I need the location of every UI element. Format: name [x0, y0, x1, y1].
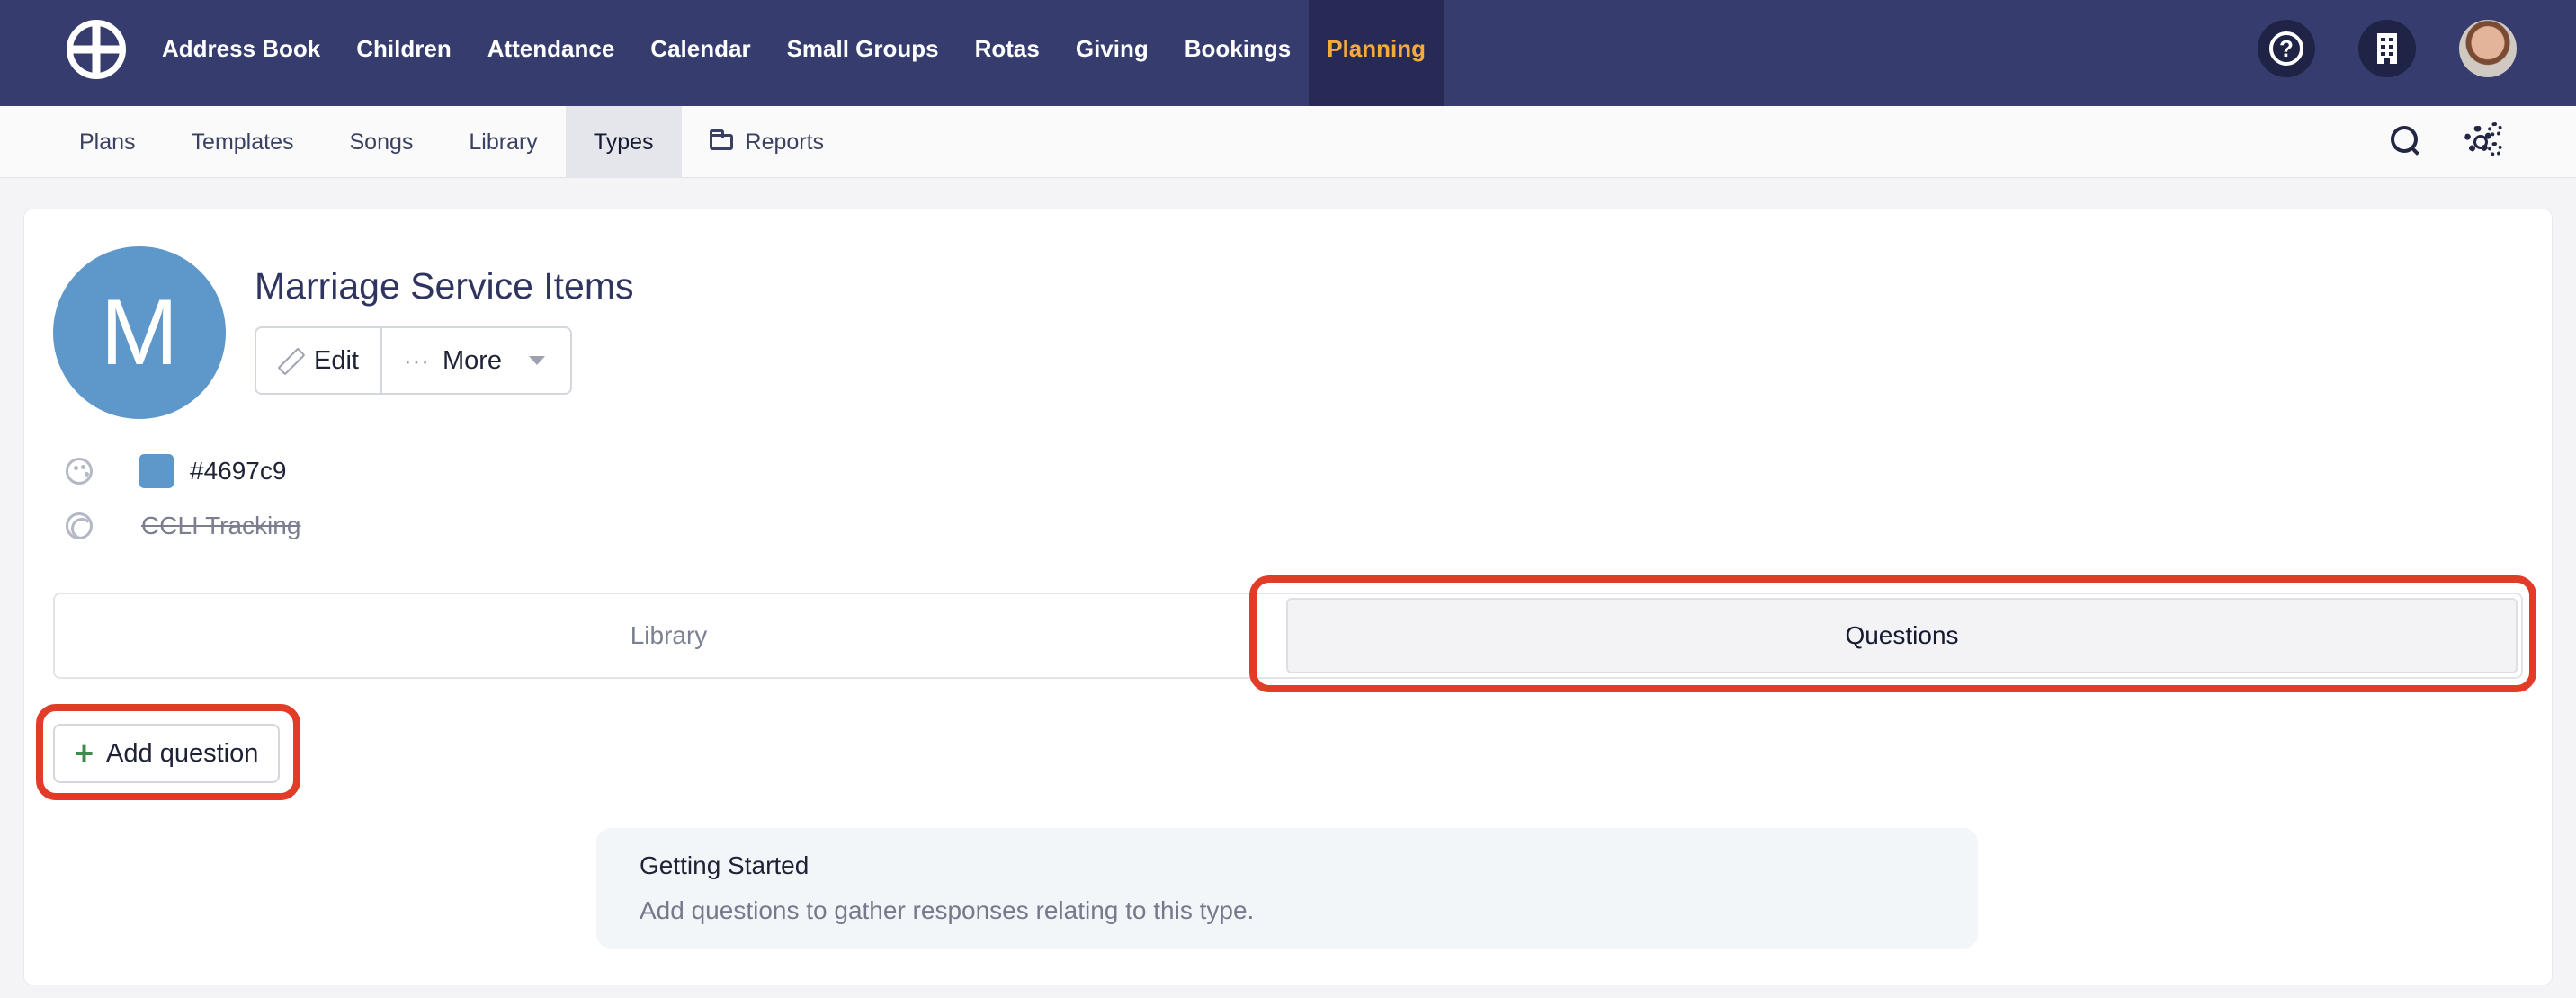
- page-title: Marriage Service Items: [255, 265, 634, 307]
- getting-started-box: Getting Started Add questions to gather …: [596, 828, 1978, 949]
- subnav-item-library[interactable]: Library: [441, 106, 565, 178]
- edit-button[interactable]: Edit: [256, 328, 382, 393]
- color-value: #4697c9: [190, 457, 287, 485]
- planning-subnav: Plans Templates Songs Library Types Repo…: [51, 106, 852, 178]
- tab-label: Library: [630, 621, 708, 649]
- sub-navbar: Plans Templates Songs Library Types Repo…: [0, 106, 2576, 178]
- user-avatar[interactable]: [2459, 20, 2517, 77]
- nav-item-planning[interactable]: Planning: [1309, 0, 1444, 106]
- ccli-icon: [66, 512, 93, 539]
- edit-button-label: Edit: [314, 345, 359, 375]
- tab-label: Questions: [1845, 621, 1959, 649]
- nav-item-small-groups[interactable]: Small Groups: [769, 0, 957, 106]
- chevron-down-icon: [529, 356, 546, 365]
- nav-item-calendar[interactable]: Calendar: [632, 0, 768, 106]
- search-icon[interactable]: [2389, 124, 2419, 155]
- help-icon: ?: [2269, 31, 2303, 66]
- ccli-tracking-label: CCLI Tracking: [141, 512, 301, 539]
- type-avatar: M: [53, 246, 226, 419]
- subnav-item-label: Templates: [191, 129, 294, 155]
- nav-item-address-book[interactable]: Address Book: [144, 0, 338, 106]
- subnav-item-types[interactable]: Types: [565, 106, 682, 178]
- app-logo-icon[interactable]: [67, 20, 126, 79]
- top-right-actions: ?: [2258, 20, 2517, 77]
- nav-item-children[interactable]: Children: [338, 0, 469, 106]
- subnav-item-templates[interactable]: Templates: [164, 106, 322, 178]
- nav-item-rotas[interactable]: Rotas: [957, 0, 1058, 106]
- nav-item-attendance[interactable]: Attendance: [470, 0, 633, 106]
- palette-icon: [66, 458, 93, 485]
- subnav-item-plans[interactable]: Plans: [51, 106, 164, 178]
- ellipsis-icon: ···: [403, 346, 430, 374]
- ccli-row: CCLI Tracking: [66, 512, 300, 540]
- subnav-item-reports[interactable]: Reports: [682, 106, 853, 178]
- color-row: #4697c9: [66, 454, 286, 488]
- folder-icon: [709, 129, 733, 150]
- nav-item-bookings[interactable]: Bookings: [1167, 0, 1309, 106]
- pencil-icon: [278, 349, 301, 372]
- subnav-item-songs[interactable]: Songs: [322, 106, 442, 178]
- type-detail-card: M Marriage Service Items Edit ··· More #…: [23, 209, 2553, 985]
- sub-right-actions: [2389, 122, 2502, 156]
- color-swatch: [139, 454, 174, 488]
- subnav-item-label: Plans: [79, 129, 136, 155]
- subnav-item-label: Songs: [349, 129, 414, 155]
- top-navbar: Address Book Children Attendance Calenda…: [0, 0, 2576, 106]
- tab-questions[interactable]: Questions: [1286, 598, 2518, 673]
- header-button-group: Edit ··· More: [255, 326, 573, 395]
- getting-started-title: Getting Started: [640, 851, 809, 879]
- tab-library[interactable]: Library: [55, 594, 1283, 677]
- nav-item-giving[interactable]: Giving: [1058, 0, 1167, 106]
- getting-started-text: Add questions to gather responses relati…: [640, 896, 1255, 924]
- subnav-item-label: Library: [469, 129, 538, 155]
- help-button[interactable]: ?: [2258, 20, 2315, 77]
- plus-icon: +: [75, 735, 94, 771]
- add-question-button[interactable]: + Add question: [53, 724, 281, 783]
- subnav-item-label: Types: [593, 129, 654, 155]
- subnav-item-label: Reports: [745, 129, 825, 155]
- more-dropdown-button[interactable]: ··· More: [381, 328, 571, 393]
- main-nav: Address Book Children Attendance Calenda…: [144, 0, 1444, 106]
- settings-gears-icon[interactable]: [2464, 122, 2502, 156]
- add-question-label: Add question: [106, 738, 259, 768]
- type-tabs: Library Questions: [53, 593, 2523, 679]
- organisation-button[interactable]: [2358, 20, 2416, 77]
- building-icon: [2377, 33, 2397, 64]
- more-button-label: More: [442, 345, 503, 375]
